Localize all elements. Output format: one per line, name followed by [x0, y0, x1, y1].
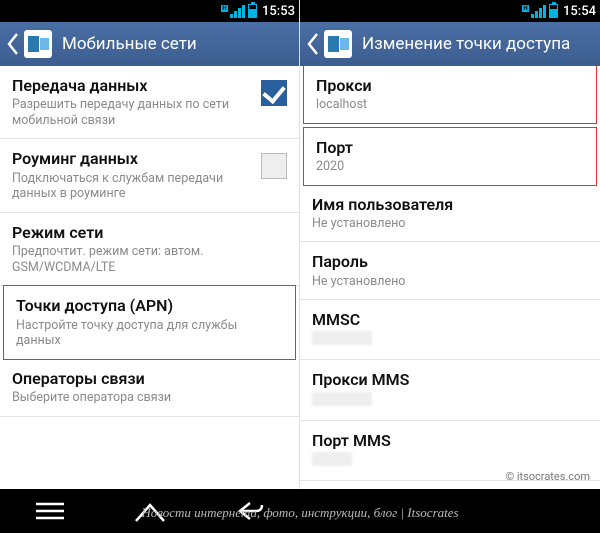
- apn-edit-list: Прокси localhost Порт 2020 Имя пользоват…: [300, 66, 600, 533]
- status-time: 15:54: [563, 4, 596, 19]
- checkbox-icon[interactable]: [261, 80, 287, 106]
- item-network-mode[interactable]: Режим сети Предпочтит. режим сети: автом…: [0, 213, 299, 286]
- item-subtitle: Выберите оператора связи: [12, 390, 279, 406]
- item-subtitle: Не установлено: [312, 216, 580, 232]
- item-title: Режим сети: [12, 223, 279, 242]
- back-icon[interactable]: [306, 32, 320, 56]
- item-title: Точки доступа (APN): [16, 296, 275, 315]
- item-title: Порт: [316, 138, 576, 157]
- item-subtitle-redacted: [312, 331, 372, 345]
- item-proxy[interactable]: Прокси localhost: [303, 66, 597, 124]
- checkbox-icon[interactable]: [261, 153, 287, 179]
- item-subtitle-redacted: [312, 392, 372, 406]
- signal-icon: H: [522, 4, 546, 18]
- item-subtitle: Разрешить передачу данных по сети мобиль…: [12, 97, 253, 128]
- settings-app-icon: [324, 30, 352, 58]
- item-mms-proxy[interactable]: Прокси MMS: [300, 360, 600, 420]
- settings-list: Передача данных Разрешить передачу данны…: [0, 66, 299, 533]
- back-icon[interactable]: [6, 32, 20, 56]
- page-title: Изменение точки доступа: [362, 34, 570, 54]
- item-subtitle: localhost: [316, 97, 576, 113]
- home-icon[interactable]: [120, 499, 180, 523]
- item-subtitle: Настройте точку доступа для службы данны…: [16, 318, 275, 349]
- status-bar: H 15:53: [0, 0, 299, 22]
- item-subtitle: Не установлено: [312, 274, 580, 290]
- item-apn[interactable]: Точки доступа (APN) Настройте точку дост…: [3, 285, 296, 359]
- header[interactable]: Мобильные сети: [0, 22, 299, 66]
- watermark: © itsocrates.com: [505, 470, 590, 483]
- item-title: Пароль: [312, 252, 580, 271]
- settings-app-icon: [24, 30, 52, 58]
- item-password[interactable]: Пароль Не установлено: [300, 242, 600, 300]
- status-time: 15:53: [262, 4, 295, 19]
- item-data-roaming[interactable]: Роуминг данных Подключаться к службам пе…: [0, 139, 299, 212]
- back-nav-icon[interactable]: [220, 499, 280, 523]
- phone-left: H 15:53 Мобильные сети Передача данных Р…: [0, 0, 300, 533]
- item-mmsc[interactable]: MMSC: [300, 300, 600, 360]
- item-title: MMSC: [312, 310, 580, 329]
- status-bar: H 15:54: [300, 0, 600, 22]
- item-title: Роуминг данных: [12, 149, 253, 168]
- item-port[interactable]: Порт 2020: [303, 127, 597, 186]
- item-carriers[interactable]: Операторы связи Выберите оператора связи: [0, 359, 299, 417]
- item-title: Имя пользователя: [312, 195, 580, 214]
- item-username[interactable]: Имя пользователя Не установлено: [300, 185, 600, 243]
- item-title: Порт MMS: [312, 431, 580, 450]
- signal-icon: H: [221, 4, 245, 18]
- android-navbar: [0, 489, 600, 533]
- battery-icon: [248, 4, 257, 18]
- item-title: Передача данных: [12, 76, 253, 95]
- menu-icon[interactable]: [20, 501, 80, 521]
- item-subtitle: 2020: [316, 159, 576, 175]
- page-title: Мобильные сети: [62, 34, 197, 54]
- item-title: Прокси: [316, 76, 576, 95]
- item-data-transfer[interactable]: Передача данных Разрешить передачу данны…: [0, 66, 299, 139]
- item-subtitle: Предпочтит. режим сети: автом. GSM/WCDMA…: [12, 244, 279, 275]
- item-title: Операторы связи: [12, 369, 279, 388]
- header[interactable]: Изменение точки доступа: [300, 22, 600, 66]
- item-subtitle: Подключаться к службам передачи данных в…: [12, 171, 253, 202]
- phone-right: H 15:54 Изменение точки доступа Прокси l…: [300, 0, 600, 533]
- item-subtitle-redacted: [312, 452, 352, 466]
- battery-icon: [549, 4, 558, 18]
- item-title: Прокси MMS: [312, 370, 580, 389]
